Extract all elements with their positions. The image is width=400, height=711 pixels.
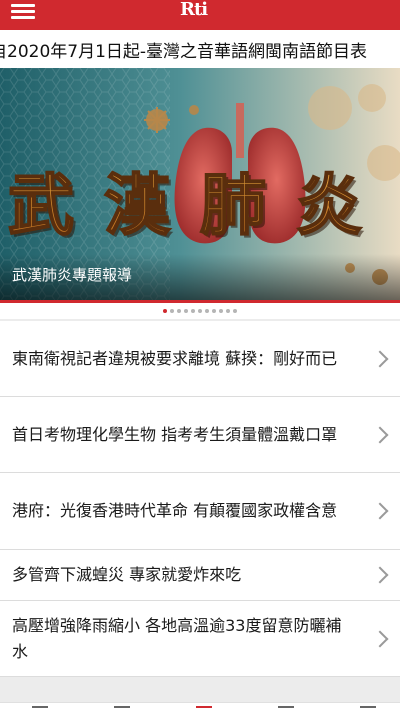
rti-logo[interactable]: Rti® — [180, 0, 213, 20]
carousel-indicator — [0, 303, 400, 319]
news-title: 東南衛視記者違規被要求離境 蘇揆：剛好而已 — [12, 348, 338, 368]
chevron-right-icon — [371, 566, 389, 584]
hamburger-menu-icon[interactable] — [8, 0, 38, 22]
nav-program-icon[interactable] — [114, 706, 130, 711]
banner-caption: 武漢肺炎專題報導 — [12, 266, 133, 284]
news-title: 首日考物理化學生物 指考考生須量體溫戴口罩 — [12, 424, 338, 444]
carousel-dot[interactable] — [177, 309, 181, 313]
news-list: 東南衛視記者違規被要求離境 蘇揆：剛好而已 首日考物理化學生物 指考考生須量體溫… — [0, 321, 400, 677]
chevron-right-icon — [371, 426, 389, 443]
ticker-text: 自2020年7月1日起-臺灣之音華語網閩南語節目表 — [0, 42, 368, 62]
carousel-dot[interactable] — [226, 309, 230, 313]
bottom-navigation — [0, 702, 400, 711]
nav-more-icon[interactable] — [360, 706, 376, 711]
carousel-dot[interactable] — [233, 309, 237, 313]
banner-title-char: 肺 — [200, 167, 266, 244]
logo-text: Rti — [180, 0, 208, 20]
chevron-right-icon — [371, 630, 389, 647]
news-ticker[interactable]: 自2020年7月1日起-臺灣之音華語網閩南語節目表 — [0, 30, 400, 68]
news-title: 高壓增強降雨縮小 各地高溫逾33度留意防曬補水 — [12, 615, 342, 661]
nav-list-icon[interactable] — [32, 706, 48, 711]
list-item[interactable]: 首日考物理化學生物 指考考生須量體溫戴口罩 — [0, 397, 400, 473]
nav-live-icon[interactable] — [278, 706, 294, 711]
banner-title-char: 漢 — [104, 167, 171, 244]
logo-registered-mark: ® — [208, 0, 213, 2]
list-item[interactable]: 東南衛視記者違規被要求離境 蘇揆：剛好而已 — [0, 321, 400, 397]
list-item[interactable]: 多管齊下滅蝗災 專家就愛炸來吃 — [0, 550, 400, 601]
carousel-dot[interactable] — [219, 309, 223, 313]
chevron-right-icon — [371, 502, 389, 520]
news-title: 多管齊下滅蝗災 專家就愛炸來吃 — [12, 565, 242, 584]
carousel-dot[interactable] — [170, 309, 174, 313]
featured-banner[interactable]: 武武漢漢肺肺炎炎 武漢肺炎專題報導 — [0, 68, 400, 300]
banner-title-char: 武 — [8, 167, 74, 244]
list-item[interactable]: 港府：光復香港時代革命 有顛覆國家政權含意 — [0, 473, 400, 550]
carousel-dot[interactable] — [163, 309, 167, 313]
chevron-right-icon — [371, 350, 389, 367]
carousel-dot[interactable] — [184, 309, 188, 313]
carousel-dot[interactable] — [198, 309, 202, 313]
carousel-dot[interactable] — [191, 309, 195, 313]
news-title: 港府：光復香港時代革命 有顛覆國家政權含意 — [12, 501, 338, 520]
carousel-dot[interactable] — [212, 309, 216, 313]
app-header: Rti® — [0, 0, 400, 30]
banner-title-char: 炎 — [296, 167, 362, 244]
nav-home-icon[interactable] — [196, 706, 212, 711]
list-item[interactable]: 高壓增強降雨縮小 各地高溫逾33度留意防曬補水 — [0, 601, 400, 677]
carousel-dot[interactable] — [205, 309, 209, 313]
